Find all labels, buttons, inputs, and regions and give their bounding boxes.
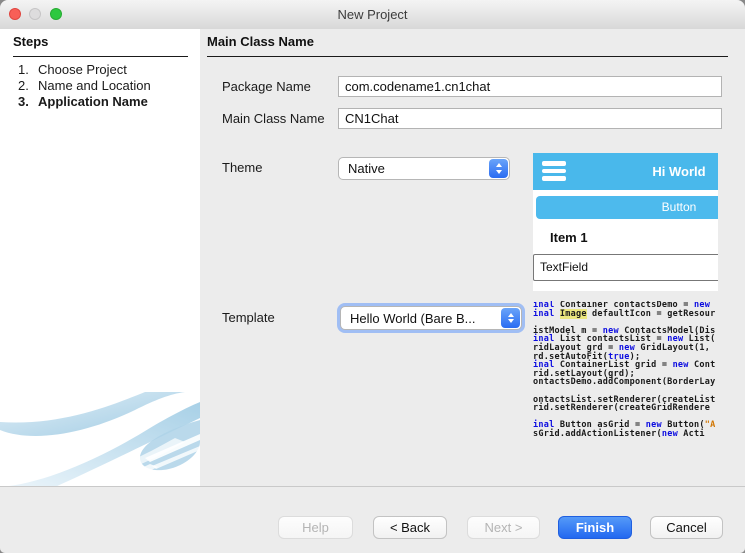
code-line: rid.setRenderer(createGridRendere (533, 403, 711, 414)
theme-preview: Hi World Button Item 1 TextField (533, 153, 718, 291)
preview-textfield: TextField (533, 254, 718, 281)
watermark-swoosh (0, 392, 200, 487)
package-name-label: Package Name (222, 79, 311, 94)
window-titlebar[interactable]: New Project (0, 0, 745, 30)
code-line: sGrid.addActionListener(new Acti (533, 428, 705, 438)
steps-list: 1. Choose Project 2. Name and Location 3. A… (0, 62, 151, 110)
finish-button[interactable]: Finish (558, 516, 632, 539)
steps-heading: Steps (13, 34, 188, 57)
step-name-and-location: 2. Name and Location (18, 78, 151, 93)
theme-selected-value: Native (348, 161, 385, 176)
template-select[interactable]: Hello World (Bare B... (340, 306, 522, 330)
preview-titlebar: Hi World (533, 153, 718, 190)
theme-select[interactable]: Native (338, 157, 510, 180)
window-title: New Project (337, 7, 408, 22)
template-selected-value: Hello World (Bare B... (350, 310, 476, 326)
application-name-panel: Main Class Name Package Name com.codenam… (200, 29, 745, 487)
chevron-up-down-icon (501, 308, 520, 328)
cancel-button[interactable]: Cancel (650, 516, 723, 539)
next-button[interactable]: Next > (467, 516, 540, 539)
new-project-dialog: New Project Steps 1. Choose Project 2. Nam… (0, 0, 745, 553)
template-code-preview: inal Container contactsDemo = new inal Im… (533, 301, 718, 438)
chevron-up-down-icon (489, 159, 508, 178)
dialog-footer: Help < Back Next > Finish Cancel (0, 486, 745, 553)
preview-button: Button (536, 196, 718, 219)
help-button[interactable]: Help (278, 516, 353, 539)
panel-heading: Main Class Name (207, 34, 728, 57)
theme-preview-screen: Hi World Button Item 1 TextField (533, 153, 718, 281)
preview-list-item: Item 1 (550, 230, 588, 245)
main-class-name-label: Main Class Name (222, 111, 325, 126)
main-class-name-input[interactable]: CN1Chat (338, 108, 722, 129)
back-button[interactable]: < Back (373, 516, 447, 539)
steps-sidebar: Steps 1. Choose Project 2. Name and Locati… (0, 29, 200, 487)
package-name-input[interactable]: com.codename1.cn1chat (338, 76, 722, 97)
code-line: ontactsDemo.addComponent(BorderLay (533, 377, 716, 388)
step-choose-project: 1. Choose Project (18, 62, 127, 77)
template-label: Template (222, 310, 275, 325)
preview-title: Hi World (652, 164, 706, 179)
step-application-name-current: 3. Application Name (18, 94, 148, 109)
theme-label: Theme (222, 160, 263, 175)
code-line: inal Image defaultIcon = getResour (533, 308, 716, 319)
